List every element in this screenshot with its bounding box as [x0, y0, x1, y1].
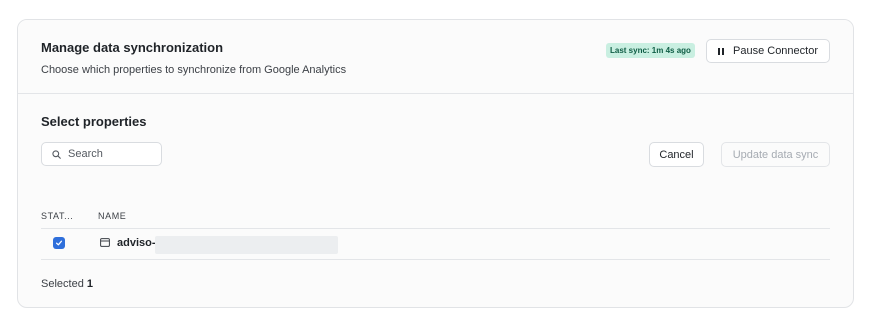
- table-divider: [41, 259, 830, 260]
- last-sync-badge: Last sync: 1m 4s ago: [606, 43, 695, 58]
- property-name: adviso-: [117, 237, 156, 249]
- card-header: Manage data synchronization Choose which…: [18, 20, 853, 94]
- window-icon: [100, 238, 110, 247]
- selected-number: 1: [86, 278, 93, 290]
- pause-icon: [718, 47, 724, 55]
- search-icon: [52, 149, 61, 159]
- column-header-status[interactable]: STAT...: [41, 211, 73, 221]
- column-header-name[interactable]: NAME: [98, 211, 126, 221]
- section-title: Select properties: [41, 114, 147, 129]
- selected-label: Selected: [41, 278, 84, 290]
- check-icon: [55, 240, 63, 246]
- table-divider: [41, 228, 830, 229]
- page-title: Manage data synchronization: [41, 40, 224, 55]
- page-subtitle: Choose which properties to synchronize f…: [41, 64, 347, 76]
- update-data-sync-button[interactable]: Update data sync: [721, 142, 830, 167]
- cancel-label: Cancel: [659, 148, 694, 161]
- search-box[interactable]: [41, 142, 162, 166]
- cancel-button[interactable]: Cancel: [649, 142, 704, 167]
- search-input[interactable]: [68, 148, 148, 160]
- selected-count: Selected 1: [41, 278, 93, 290]
- row-checkbox[interactable]: [53, 237, 65, 249]
- redacted-text: [155, 236, 338, 254]
- sync-card: Manage data synchronization Choose which…: [17, 19, 854, 308]
- update-data-sync-label: Update data sync: [732, 148, 819, 161]
- pause-connector-label: Pause Connector: [733, 45, 818, 57]
- pause-connector-button[interactable]: Pause Connector: [706, 39, 830, 63]
